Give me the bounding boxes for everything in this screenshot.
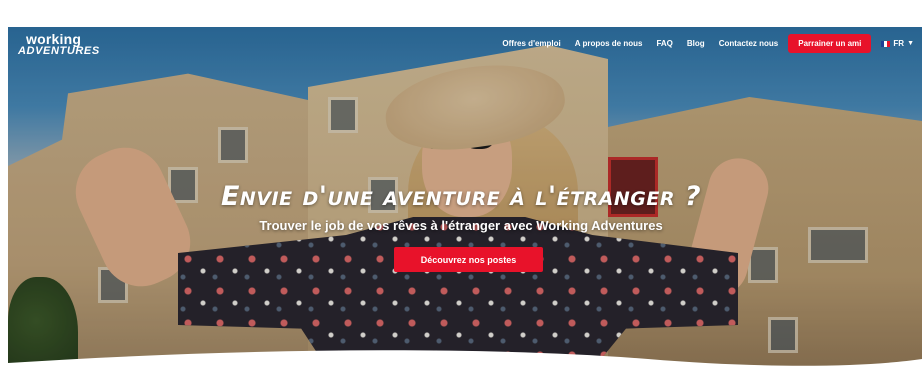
flag-fr-icon bbox=[881, 40, 891, 47]
refer-friend-button[interactable]: Parrainer un ami bbox=[788, 34, 872, 53]
nav-menu: Offres d'emploi A propos de nous FAQ Blo… bbox=[488, 34, 914, 53]
nav-item-about[interactable]: A propos de nous bbox=[575, 39, 643, 48]
hero-headline: Envie d'une aventure à l'étranger ? bbox=[220, 181, 702, 212]
logo-line-2: ADVENTURES bbox=[18, 45, 100, 57]
logo[interactable]: working ADVENTURES bbox=[18, 32, 100, 57]
language-label: FR bbox=[893, 39, 905, 48]
logo-line-1: working bbox=[26, 31, 82, 47]
language-selector[interactable]: FR ▼ bbox=[881, 39, 914, 48]
nav-item-job-offers[interactable]: Offres d'emploi bbox=[502, 39, 560, 48]
hero-wave-divider bbox=[8, 350, 922, 391]
chevron-down-icon: ▼ bbox=[907, 40, 914, 47]
discover-jobs-button[interactable]: Découvrez nos postes bbox=[394, 247, 543, 272]
top-navigation: working ADVENTURES Offres d'emploi A pro… bbox=[0, 27, 922, 61]
nav-item-contact[interactable]: Contactez nous bbox=[719, 39, 779, 48]
nav-item-blog[interactable]: Blog bbox=[687, 39, 705, 48]
nav-item-faq[interactable]: FAQ bbox=[656, 39, 672, 48]
hero-subline: Trouver le job de vos rêves à l'étranger… bbox=[259, 218, 663, 233]
